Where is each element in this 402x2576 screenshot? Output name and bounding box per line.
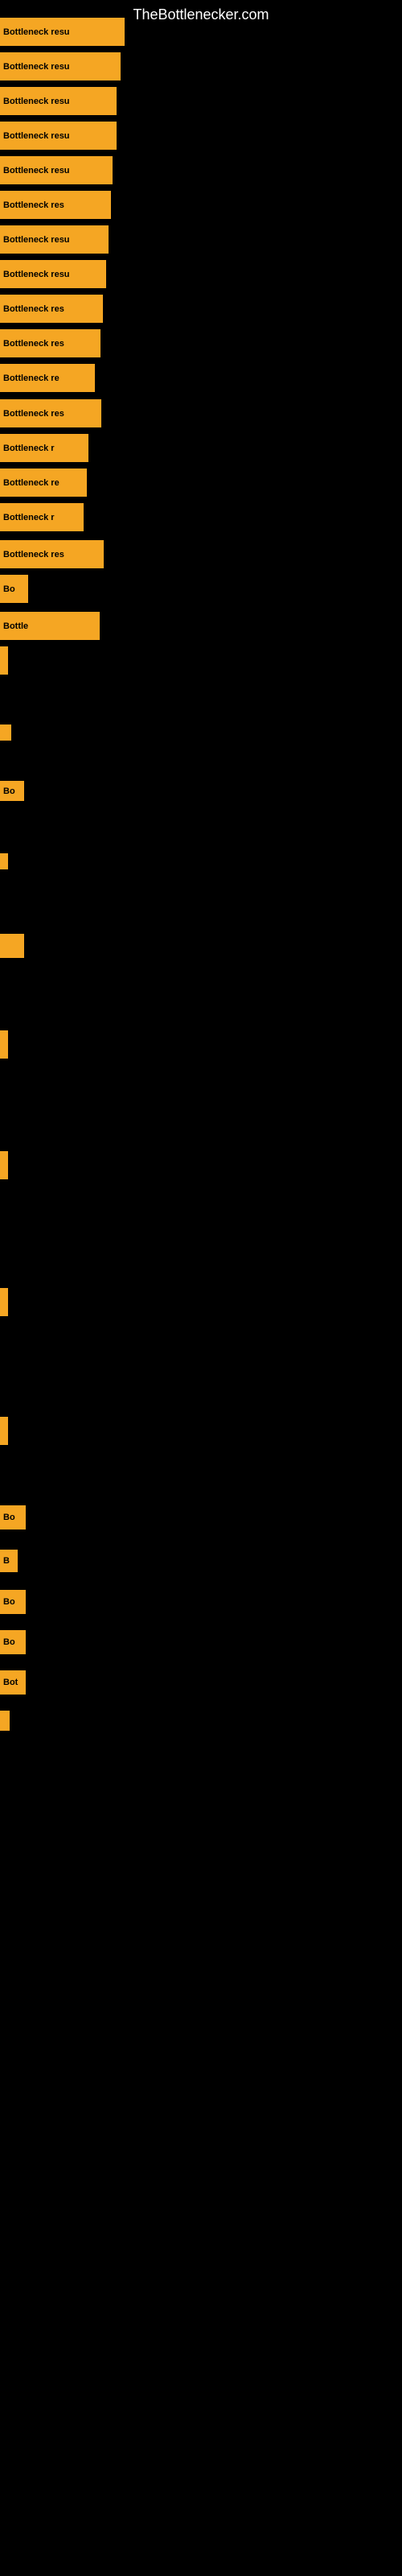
bottleneck-bar-29: Bo [0, 1590, 26, 1614]
bar-item: Bo [0, 575, 28, 603]
bottleneck-bar-23 [0, 1030, 8, 1059]
bar-item: B [0, 1550, 18, 1572]
bar-item [0, 1151, 8, 1179]
bar-item [0, 1030, 8, 1059]
bar-item [0, 853, 8, 869]
bottleneck-bar-16: Bo [0, 575, 28, 603]
bar-item: Bottleneck re [0, 364, 95, 392]
bar-item [0, 1711, 10, 1731]
bottleneck-bar-21 [0, 853, 8, 869]
bar-item: Bottleneck re [0, 469, 87, 497]
bottleneck-bar-7: Bottleneck resu [0, 260, 106, 288]
bottleneck-bar-25 [0, 1288, 8, 1316]
bottleneck-bar-28: B [0, 1550, 18, 1572]
bottleneck-bar-12: Bottleneck r [0, 434, 88, 462]
bottleneck-bar-10: Bottleneck re [0, 364, 95, 392]
bar-item: Bottleneck res [0, 295, 103, 323]
bar-item: Bo [0, 1505, 26, 1530]
bar-item: Bottleneck resu [0, 18, 125, 46]
bottleneck-bar-8: Bottleneck res [0, 295, 103, 323]
bar-item: Bottleneck res [0, 329, 100, 357]
bar-item [0, 724, 11, 741]
bar-item: Bottleneck res [0, 191, 111, 219]
bottleneck-bar-5: Bottleneck res [0, 191, 111, 219]
bottleneck-bar-3: Bottleneck resu [0, 122, 117, 150]
bar-item: Bottleneck r [0, 503, 84, 531]
bar-item: Bottleneck resu [0, 225, 109, 254]
bottleneck-bar-2: Bottleneck resu [0, 87, 117, 115]
bar-item [0, 1417, 8, 1445]
bottleneck-bar-20: Bo [0, 781, 24, 801]
bar-item [0, 1288, 8, 1316]
bottleneck-bar-14: Bottleneck r [0, 503, 84, 531]
bar-item: Bo [0, 781, 24, 801]
bottleneck-bar-1: Bottleneck resu [0, 52, 121, 80]
bar-item: Bottleneck resu [0, 260, 106, 288]
bottleneck-bar-31: Bot [0, 1670, 26, 1695]
bottleneck-bar-15: Bottleneck res [0, 540, 104, 568]
bottleneck-bar-19 [0, 724, 11, 741]
bottleneck-bar-0: Bottleneck resu [0, 18, 125, 46]
bar-item: Bottleneck resu [0, 52, 121, 80]
bar-item: Bo [0, 1590, 26, 1614]
bottleneck-bar-26 [0, 1417, 8, 1445]
bottleneck-bar-22 [0, 934, 24, 958]
bar-item: Bottleneck res [0, 540, 104, 568]
bar-item: Bottleneck r [0, 434, 88, 462]
bar-item [0, 934, 24, 958]
bottleneck-bar-6: Bottleneck resu [0, 225, 109, 254]
bar-item: Bottleneck resu [0, 122, 117, 150]
bottleneck-bar-17: Bottle [0, 612, 100, 640]
bar-item: Bottleneck res [0, 399, 101, 427]
bar-item: Bottle [0, 612, 100, 640]
bottleneck-bar-30: Bo [0, 1630, 26, 1654]
bottleneck-bar-24 [0, 1151, 8, 1179]
bar-item: Bottleneck resu [0, 87, 117, 115]
bar-item: Bot [0, 1670, 26, 1695]
bottleneck-bar-18 [0, 646, 8, 675]
bottleneck-bar-11: Bottleneck res [0, 399, 101, 427]
bottleneck-bar-13: Bottleneck re [0, 469, 87, 497]
bar-item [0, 646, 8, 675]
bar-item: Bo [0, 1630, 26, 1654]
bar-item: Bottleneck resu [0, 156, 113, 184]
bottleneck-bar-27: Bo [0, 1505, 26, 1530]
bottleneck-bar-9: Bottleneck res [0, 329, 100, 357]
bottleneck-bar-32 [0, 1711, 10, 1731]
bottleneck-bar-4: Bottleneck resu [0, 156, 113, 184]
